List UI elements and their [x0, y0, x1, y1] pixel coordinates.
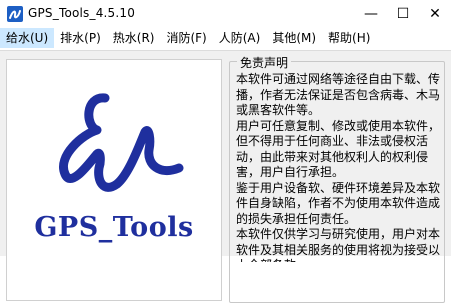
menu-civil-defense[interactable]: 人防(A): [213, 28, 267, 48]
menu-drainage[interactable]: 排水(P): [54, 28, 107, 48]
menu-fire-protection[interactable]: 消防(F): [160, 28, 212, 48]
logo-panel: GPS_Tools: [6, 59, 222, 301]
minimize-button[interactable]: —: [355, 0, 387, 28]
menu-water-supply[interactable]: 给水(U): [0, 28, 55, 48]
menu-bar: 给水(U) 排水(P) 热水(R) 消防(F) 人防(A) 其他(M) 帮助(H…: [0, 28, 451, 48]
logo-text: GPS_Tools: [34, 212, 194, 243]
minimize-icon: —: [364, 6, 378, 22]
title-bar: GPS_Tools_4.5.10 — ☐ ✕: [0, 0, 451, 28]
disclaimer-legend: 免责声明: [237, 54, 292, 71]
app-icon: [7, 6, 23, 22]
maximize-icon: ☐: [396, 6, 410, 22]
disclaimer-groupbox: 免责声明 本软件可通过网络等途径自由下载、传播，作者无法保证是否包含病毒、木马或…: [229, 54, 445, 303]
menu-help[interactable]: 帮助(H): [322, 28, 376, 48]
logo-graphic: [59, 93, 184, 192]
close-icon: ✕: [429, 6, 441, 22]
maximize-button[interactable]: ☐: [387, 0, 419, 28]
close-button[interactable]: ✕: [419, 0, 451, 28]
menu-hot-water[interactable]: 热水(R): [107, 28, 161, 48]
disclaimer-text: 本软件可通过网络等途径自由下载、传播，作者无法保证是否包含病毒、木马或黑客软件等…: [236, 72, 440, 262]
window-title: GPS_Tools_4.5.10: [28, 6, 136, 20]
main-content: GPS_Tools 免责声明 本软件可通过网络等途径自由下载、传播，作者无法保证…: [0, 50, 451, 303]
menu-other[interactable]: 其他(M): [266, 28, 322, 48]
